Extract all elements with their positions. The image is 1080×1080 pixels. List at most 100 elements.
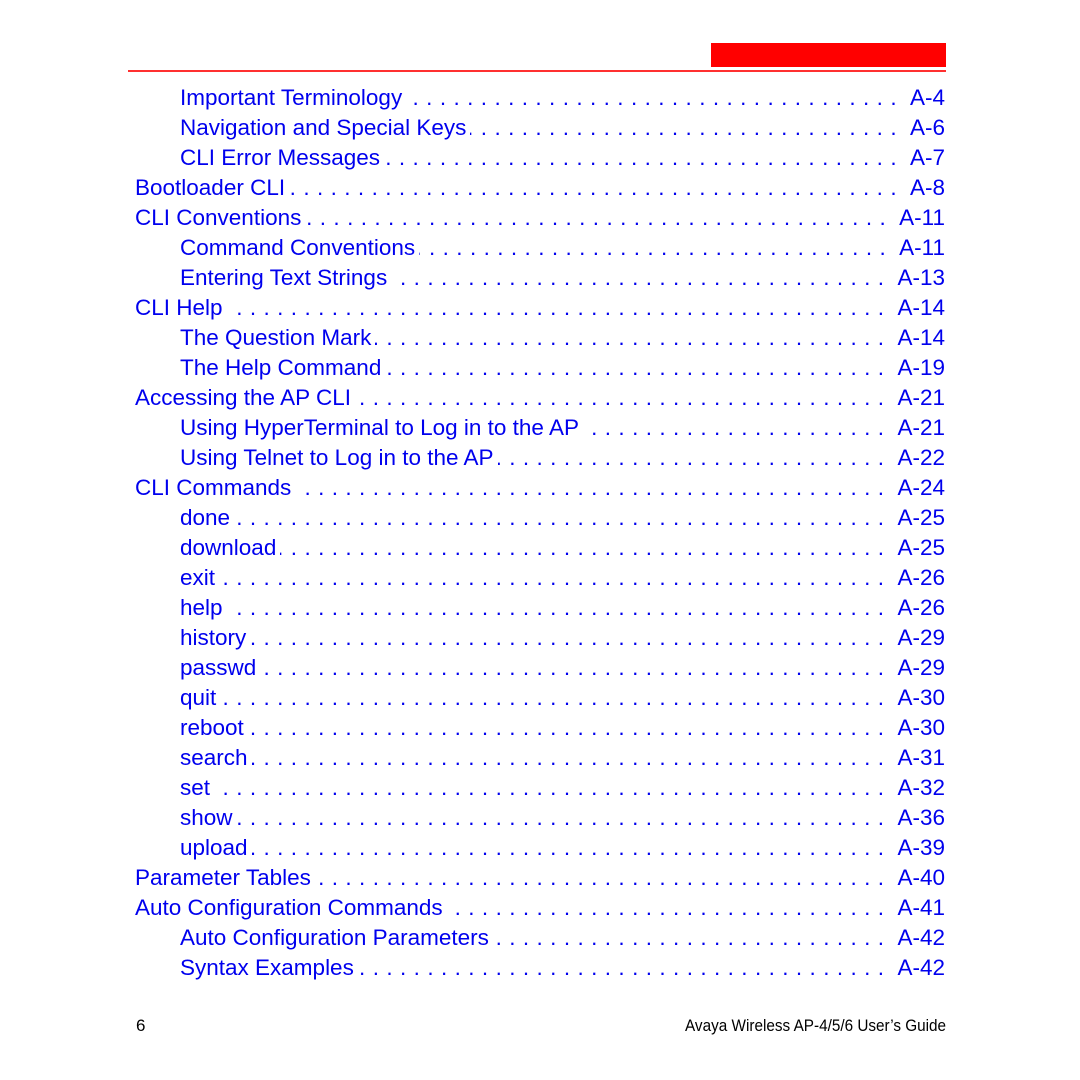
toc-entry-page[interactable]: A-29 <box>891 653 945 683</box>
toc-entry[interactable]: Accessing the AP CLI....................… <box>135 383 945 413</box>
toc-entry-label[interactable]: The Help Command <box>180 353 385 383</box>
toc-entry-page[interactable]: A-30 <box>891 683 945 713</box>
toc-entry-label[interactable]: Entering Text Strings <box>180 263 391 293</box>
toc-entry-label[interactable]: Using Telnet to Log in to the AP <box>180 443 498 473</box>
toc-entry-label[interactable]: Important Terminology <box>180 83 406 113</box>
toc-entry[interactable]: Auto Configuration Parameters...........… <box>135 923 945 953</box>
toc-entry-page[interactable]: A-40 <box>891 863 945 893</box>
toc-entry-label[interactable]: Command Conventions <box>180 233 419 263</box>
toc-entry-page[interactable]: A-32 <box>891 773 945 803</box>
toc-entry-label[interactable]: Auto Configuration Parameters <box>180 923 493 953</box>
toc-entry-page[interactable]: A-14 <box>891 293 945 323</box>
dot-leader: ........................................… <box>315 865 892 890</box>
toc-entry[interactable]: help....................................… <box>135 593 945 623</box>
toc-entry[interactable]: Important Terminology...................… <box>135 83 945 113</box>
toc-entry-page[interactable]: A-41 <box>891 893 945 923</box>
toc-entry-label[interactable]: CLI Conventions <box>135 203 305 233</box>
toc-entry[interactable]: CLI Conventions.........................… <box>135 203 945 233</box>
toc-entry-page[interactable]: A-21 <box>891 413 945 443</box>
toc-entry[interactable]: Command Conventions.....................… <box>135 233 945 263</box>
toc-entry[interactable]: download................................… <box>135 533 945 563</box>
toc-entry[interactable]: Using Telnet to Log in to the AP........… <box>135 443 945 473</box>
toc-entry-label[interactable]: upload <box>180 833 252 863</box>
toc-entry-page[interactable]: A-29 <box>891 623 945 653</box>
document-title: Avaya Wireless AP-4/5/6 User’s Guide <box>684 1016 946 1035</box>
toc-entry-page[interactable]: A-8 <box>904 173 945 203</box>
dot-leader: ........................................… <box>492 925 892 950</box>
dot-leader: ........................................… <box>280 535 892 560</box>
toc-entry-page[interactable]: A-26 <box>891 563 945 593</box>
dot-leader: ........................................… <box>250 625 892 650</box>
toc-entry-page[interactable]: A-22 <box>891 443 945 473</box>
toc-entry-label[interactable]: The Question Mark <box>180 323 375 353</box>
toc-entry-label[interactable]: CLI Error Messages <box>180 143 384 173</box>
toc-entry-page[interactable]: A-25 <box>891 503 945 533</box>
toc-entry[interactable]: CLI Error Messages......................… <box>135 143 945 173</box>
toc-entry-page[interactable]: A-6 <box>904 113 945 143</box>
toc-entry-page[interactable]: A-25 <box>891 533 945 563</box>
toc-entry-label[interactable]: help <box>180 593 227 623</box>
toc-entry[interactable]: search..................................… <box>135 743 945 773</box>
toc-entry-label[interactable]: done <box>180 503 234 533</box>
toc-entry-label[interactable]: Accessing the AP CLI <box>135 383 355 413</box>
toc-entry-label[interactable]: Using HyperTerminal to Log in to the AP <box>180 413 583 443</box>
dot-leader: ........................................… <box>355 385 892 410</box>
toc-entry[interactable]: Entering Text Strings...................… <box>135 263 945 293</box>
toc-entry-label[interactable]: Parameter Tables <box>135 863 315 893</box>
toc-entry[interactable]: history.................................… <box>135 623 945 653</box>
toc-entry-page[interactable]: A-21 <box>891 383 945 413</box>
dot-leader: ........................................… <box>375 325 892 350</box>
toc-entry[interactable]: passwd..................................… <box>135 653 945 683</box>
toc-entry[interactable]: The Question Mark.......................… <box>135 323 945 353</box>
toc-entry[interactable]: Using HyperTerminal to Log in to the AP.… <box>135 413 945 443</box>
toc-entry-page[interactable]: A-26 <box>891 593 945 623</box>
toc-entry-label[interactable]: download <box>180 533 280 563</box>
toc-entry-label[interactable]: quit <box>180 683 220 713</box>
toc-entry-label[interactable]: Bootloader CLI <box>135 173 289 203</box>
toc-entry-label[interactable]: CLI Help <box>135 293 227 323</box>
toc-entry-page[interactable]: A-13 <box>891 263 945 293</box>
toc-entry-page[interactable]: A-24 <box>891 473 945 503</box>
toc-entry[interactable]: Syntax Examples.........................… <box>135 953 945 983</box>
toc-entry-label[interactable]: passwd <box>180 653 260 683</box>
toc-entry-page[interactable]: A-11 <box>893 233 945 263</box>
toc-entry[interactable]: done....................................… <box>135 503 945 533</box>
header-rule <box>128 70 946 72</box>
toc-entry[interactable]: Parameter Tables........................… <box>135 863 945 893</box>
toc-entry[interactable]: The Help Command........................… <box>135 353 945 383</box>
toc-entry-page[interactable]: A-19 <box>891 353 945 383</box>
toc-entry[interactable]: CLI Commands............................… <box>135 473 945 503</box>
toc-entry[interactable]: exit....................................… <box>135 563 945 593</box>
toc-entry[interactable]: Bootloader CLI..........................… <box>135 173 945 203</box>
toc-entry-page[interactable]: A-30 <box>891 713 945 743</box>
dot-leader: ........................................… <box>220 685 892 710</box>
toc-entry-label[interactable]: CLI Commands <box>135 473 295 503</box>
toc-entry[interactable]: Navigation and Special Keys.............… <box>135 113 945 143</box>
toc-entry-label[interactable]: exit <box>180 563 219 593</box>
toc-entry[interactable]: Auto Configuration Commands.............… <box>135 893 945 923</box>
dot-leader: ........................................… <box>391 265 892 290</box>
toc-entry[interactable]: CLI Help................................… <box>135 293 945 323</box>
toc-entry-page[interactable]: A-39 <box>891 833 945 863</box>
toc-entry-page[interactable]: A-42 <box>891 953 945 983</box>
toc-entry-page[interactable]: A-11 <box>893 203 945 233</box>
toc-entry[interactable]: show....................................… <box>135 803 945 833</box>
toc-entry-label[interactable]: history <box>180 623 250 653</box>
toc-entry-page[interactable]: A-42 <box>891 923 945 953</box>
toc-entry[interactable]: set.....................................… <box>135 773 945 803</box>
toc-entry[interactable]: upload..................................… <box>135 833 945 863</box>
toc-entry-label[interactable]: Syntax Examples <box>180 953 358 983</box>
toc-entry-page[interactable]: A-36 <box>891 803 945 833</box>
toc-entry-label[interactable]: search <box>180 743 252 773</box>
toc-entry-label[interactable]: show <box>180 803 237 833</box>
toc-entry[interactable]: reboot..................................… <box>135 713 945 743</box>
toc-entry-page[interactable]: A-4 <box>904 83 945 113</box>
toc-entry-page[interactable]: A-14 <box>891 323 945 353</box>
toc-entry-label[interactable]: reboot <box>180 713 248 743</box>
toc-entry-label[interactable]: Auto Configuration Commands <box>135 893 447 923</box>
toc-entry-page[interactable]: A-31 <box>891 743 945 773</box>
toc-entry[interactable]: quit....................................… <box>135 683 945 713</box>
toc-entry-label[interactable]: Navigation and Special Keys <box>180 113 470 143</box>
toc-entry-label[interactable]: set <box>180 773 214 803</box>
toc-entry-page[interactable]: A-7 <box>904 143 945 173</box>
